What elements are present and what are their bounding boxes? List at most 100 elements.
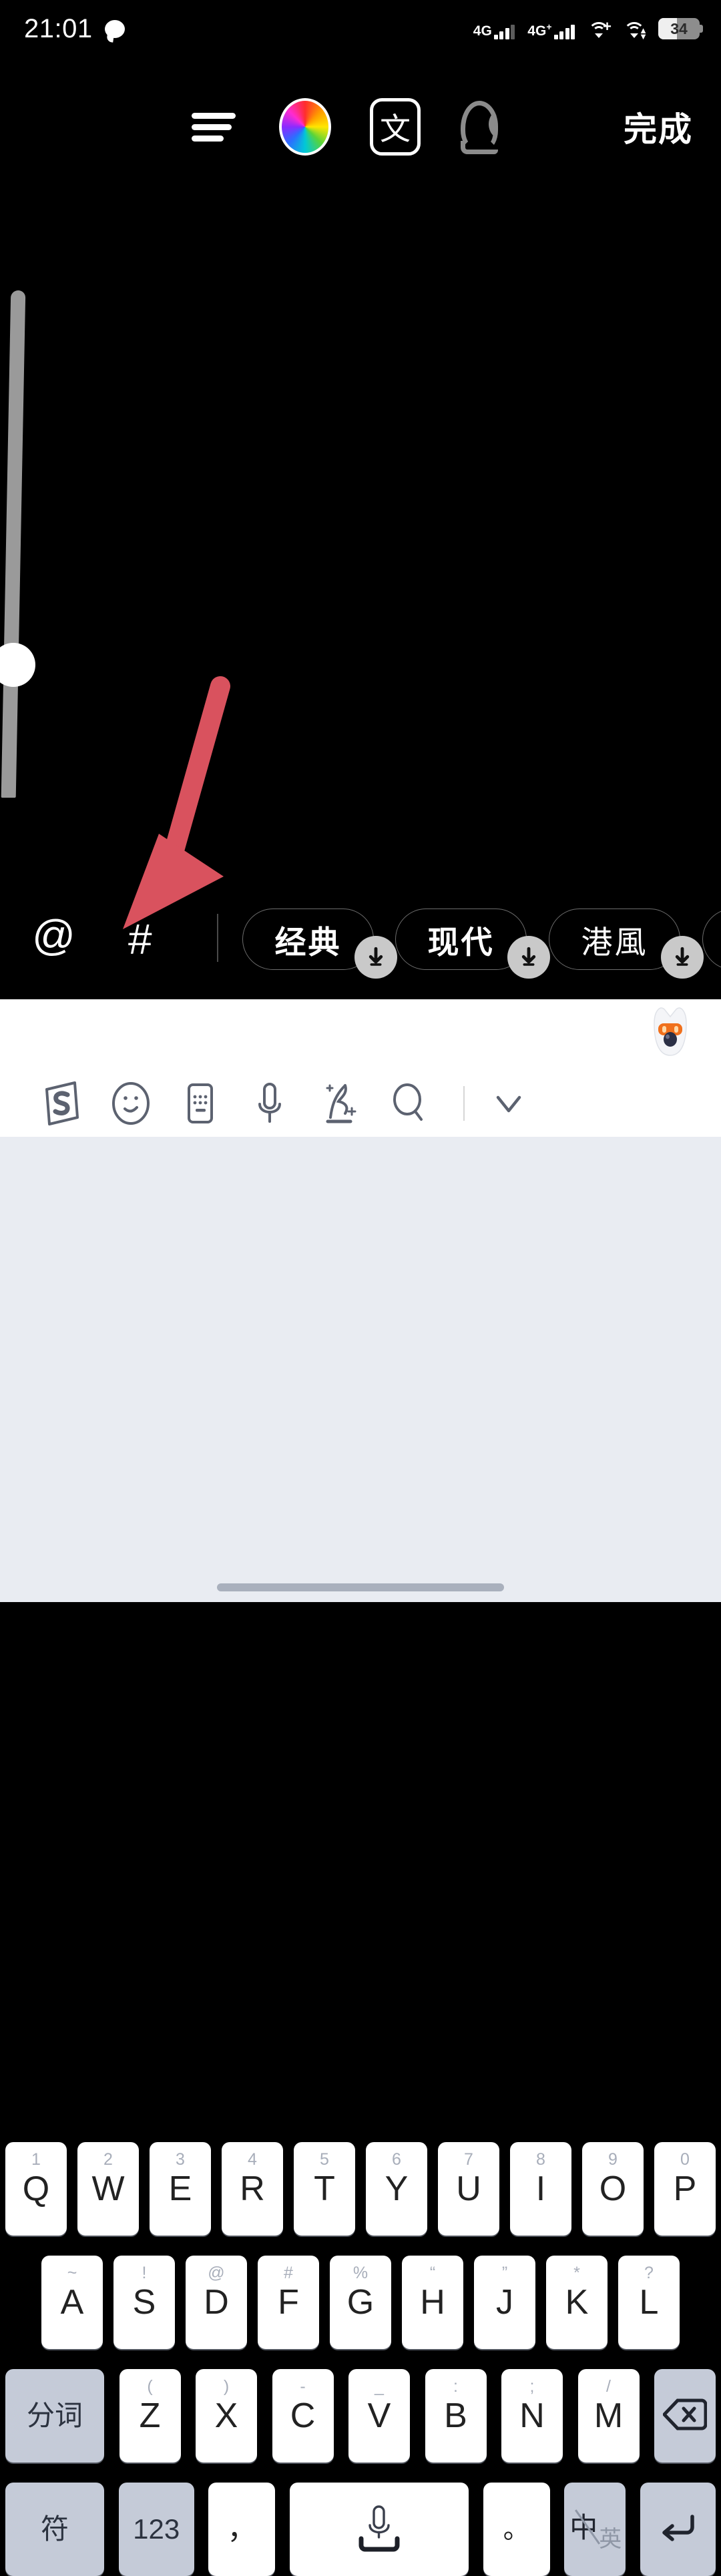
- microphone-icon[interactable]: [235, 1071, 304, 1135]
- key-secondary-label: ): [223, 2377, 230, 2396]
- key-symbols[interactable]: 符: [5, 2483, 104, 2576]
- key-q[interactable]: 1Q: [5, 2142, 67, 2236]
- key-primary-label: 分词: [26, 2400, 83, 2431]
- key-language-toggle[interactable]: 中 英: [564, 2483, 626, 2576]
- key-primary-label: Y: [385, 2169, 409, 2208]
- style-chip-hongkong[interactable]: 港風: [549, 909, 704, 979]
- enter-icon: [658, 2511, 698, 2548]
- key-secondary-label: 8: [536, 2150, 545, 2169]
- sogou-mascot-avatar[interactable]: [645, 1003, 696, 1058]
- key-secondary-label: @: [208, 2264, 225, 2282]
- key-language-secondary: 英: [599, 2527, 622, 2552]
- key-space[interactable]: [289, 2483, 469, 2576]
- key-secondary-label: /: [606, 2377, 611, 2396]
- style-chip-next[interactable]: [702, 909, 721, 970]
- slider-handle[interactable]: [0, 643, 35, 687]
- key-primary-label: Q: [22, 2169, 50, 2208]
- slider-track: [1, 290, 26, 798]
- key-primary-label: A: [60, 2283, 84, 2322]
- key-comma[interactable]: ，: [208, 2483, 276, 2576]
- editor-canvas[interactable]: 21:01 4G 4G+ + ▲ ▼ 34 文 完成 @ # 经典 现代 港風: [0, 0, 721, 999]
- key-x[interactable]: ) X: [196, 2369, 257, 2463]
- key-h[interactable]: “H: [402, 2256, 463, 2349]
- search-icon[interactable]: [374, 1071, 443, 1135]
- key-primary-label: M: [593, 2396, 624, 2435]
- key-i[interactable]: 8I: [510, 2142, 571, 2236]
- key-language-primary: 中: [569, 2512, 598, 2543]
- key-period[interactable]: 。: [483, 2483, 550, 2576]
- signal-icon-sim2: 4G+: [527, 22, 575, 39]
- hashtag-button[interactable]: #: [128, 918, 152, 961]
- key-b[interactable]: :B: [425, 2369, 487, 2463]
- key-secondary-label: 2: [103, 2150, 113, 2169]
- download-icon[interactable]: [507, 936, 550, 979]
- done-button[interactable]: 完成: [624, 103, 693, 151]
- battery-icon: 34: [658, 18, 703, 39]
- key-g[interactable]: % G: [330, 2256, 391, 2349]
- key-secondary-label: !: [142, 2264, 147, 2282]
- key-m[interactable]: / M: [577, 2369, 640, 2463]
- style-chip-modern[interactable]: 现代: [395, 909, 550, 979]
- key-c[interactable]: -C: [272, 2369, 334, 2463]
- key-primary-label: B: [444, 2396, 467, 2435]
- key-secondary-label: *: [573, 2264, 580, 2282]
- key-n[interactable]: ; N: [501, 2369, 563, 2463]
- key-w[interactable]: 2W: [77, 2142, 139, 2236]
- key-e[interactable]: 3E: [150, 2142, 211, 2236]
- key-primary-label: Z: [139, 2396, 161, 2435]
- sogou-logo-icon[interactable]: [27, 1071, 96, 1135]
- style-chip-classic[interactable]: 经典: [242, 909, 397, 979]
- key-secondary-label: ?: [644, 2264, 654, 2282]
- mention-button[interactable]: @: [32, 914, 75, 957]
- text-align-icon[interactable]: [187, 100, 240, 154]
- chevron-down-icon[interactable]: [474, 1071, 543, 1135]
- key-secondary-label: ;: [529, 2377, 535, 2396]
- key-d[interactable]: @ D: [186, 2256, 247, 2349]
- key-u[interactable]: 7U: [438, 2142, 499, 2236]
- key-primary-label: C: [290, 2396, 316, 2435]
- signal-bars-sim2: [553, 25, 575, 39]
- vertical-size-slider[interactable]: [0, 290, 35, 798]
- handwriting-icon[interactable]: [304, 1071, 374, 1135]
- key-z[interactable]: (Z: [119, 2369, 181, 2463]
- keyboard-row-1: 1Q2W3E4R5T6Y7U8I9O0P: [0, 2142, 721, 2236]
- key-a[interactable]: ~ A: [41, 2256, 103, 2349]
- key-numbers[interactable]: 123: [118, 2483, 194, 2576]
- key-secondary-label: 5: [320, 2150, 329, 2169]
- font-style-icon[interactable]: 文: [370, 98, 421, 156]
- download-icon[interactable]: [354, 936, 397, 979]
- key-enter[interactable]: [640, 2483, 716, 2576]
- key-y[interactable]: 6Y: [366, 2142, 427, 2236]
- style-chip-label: 现代: [427, 924, 495, 960]
- key-l[interactable]: ? L: [618, 2256, 680, 2349]
- key-p[interactable]: 0P: [654, 2142, 716, 2236]
- keyboard-toolbar: [0, 1071, 721, 1135]
- key-f[interactable]: # F: [258, 2256, 319, 2349]
- wifi-transfer-icon: ▲ ▼: [623, 22, 648, 41]
- key-primary-label: R: [240, 2169, 265, 2208]
- emoji-icon[interactable]: [96, 1071, 166, 1135]
- color-wheel-icon[interactable]: [279, 98, 331, 156]
- battery-percent: 34: [670, 19, 688, 37]
- key-r[interactable]: 4R: [222, 2142, 283, 2236]
- key-primary-label: F: [278, 2283, 299, 2322]
- download-icon[interactable]: [661, 936, 704, 979]
- key-分词[interactable]: 分词: [5, 2369, 104, 2463]
- key-secondary-label: -: [300, 2377, 306, 2396]
- editor-toolbar: 文 完成: [0, 87, 721, 167]
- key-secondary-label: “: [429, 2264, 436, 2282]
- text-to-speech-icon[interactable]: [457, 97, 523, 157]
- key-s[interactable]: ! S: [113, 2256, 175, 2349]
- key-secondary-label: #: [284, 2264, 293, 2282]
- key-k[interactable]: * K: [546, 2256, 608, 2349]
- key-t[interactable]: 5T: [294, 2142, 355, 2236]
- backspace-icon: [662, 2398, 708, 2434]
- key-o[interactable]: 9O: [582, 2142, 644, 2236]
- keyboard-layout-icon[interactable]: [166, 1071, 235, 1135]
- key-j[interactable]: ” J: [474, 2256, 535, 2349]
- key-primary-label: H: [420, 2283, 445, 2322]
- key-v[interactable]: _ V: [348, 2369, 410, 2463]
- key-backspace[interactable]: [654, 2369, 716, 2463]
- key-primary-label: G: [346, 2283, 375, 2322]
- keyboard-row-4: 符 123 ， 。 中 英: [0, 2483, 721, 2576]
